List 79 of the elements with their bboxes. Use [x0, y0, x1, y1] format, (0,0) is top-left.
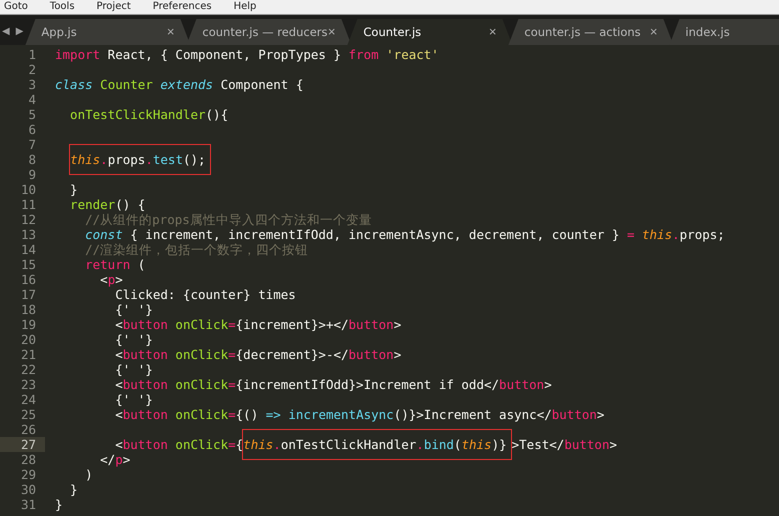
tab[interactable]: Counter.js ×: [347, 19, 512, 45]
line-number: 31: [20, 497, 37, 512]
code-text: //渲染组件，包括一个数字，四个按钮: [84, 242, 308, 257]
tab[interactable]: App.js ×: [25, 19, 190, 45]
code-text: {' '}: [114, 392, 153, 407]
code-text: {' '}: [114, 332, 153, 347]
code-text: Clicked: {counter} times: [114, 287, 296, 302]
line-number: 2: [27, 62, 37, 77]
code-text: <button onClick={() => incrementAsync()}>Increment async</button>: [114, 407, 604, 422]
line-number: 18: [20, 302, 37, 317]
code-text: {' '}: [114, 362, 153, 377]
code-text: <button onClick={decrement}>-</button>: [114, 347, 402, 362]
code-text: import React, { Component, PropTypes } from 'react': [55, 47, 439, 62]
code-text: </p>: [99, 452, 130, 467]
menu-item[interactable]: Preferences: [152, 1, 212, 13]
close-tab-button[interactable]: ×: [650, 25, 658, 39]
menu-item[interactable]: Goto: [4, 1, 28, 13]
code-text: class Counter extends Component {: [55, 77, 304, 92]
code-text: >Test</button>: [512, 437, 617, 452]
line-number: 15: [20, 257, 37, 272]
line-number: 16: [20, 272, 37, 287]
line-number: 21: [20, 347, 37, 362]
code-text: }: [69, 482, 78, 497]
line-number: 22: [20, 362, 37, 377]
tab[interactable]: counter.js — reducers×: [186, 19, 352, 45]
code-text: return (: [84, 257, 146, 272]
line-number: 4: [27, 92, 37, 107]
close-tab-button[interactable]: ×: [166, 25, 174, 39]
code-text: render() {: [69, 197, 146, 212]
highlight-box: this.props.test();: [69, 144, 211, 175]
line-number: 20: [20, 332, 37, 347]
line-number: 12: [20, 212, 37, 227]
line-number: 29: [20, 467, 37, 482]
line-number: 19: [20, 317, 37, 332]
code-text: }: [69, 182, 78, 197]
menu-item[interactable]: Help: [234, 1, 256, 13]
line-number: 10: [20, 182, 37, 197]
code-text: ): [84, 467, 93, 482]
code-text: <button onClick={increment}>+</button>: [114, 317, 402, 332]
line-number: 11: [20, 197, 37, 212]
line-number: 23: [20, 377, 37, 392]
tab-scroll-button[interactable]: ▶: [14, 26, 26, 36]
close-tab-button[interactable]: ×: [488, 25, 496, 39]
tab-scroll-button[interactable]: ◀: [0, 26, 12, 36]
line-number: 26: [20, 422, 37, 437]
code-text: onTestClickHandler(){: [69, 107, 228, 122]
line-number: 3: [27, 77, 37, 92]
line-number: 13: [20, 227, 37, 242]
highlight-box: this.onTestClickHandler.bind(this)}: [242, 429, 512, 460]
line-number: 6: [27, 122, 37, 137]
line-number: 30: [20, 482, 37, 497]
line-number: 14: [20, 242, 37, 257]
tab-label: Counter.js: [363, 25, 422, 39]
line-number: 7: [27, 137, 37, 152]
code-text: <p>: [99, 272, 123, 287]
tab-label: index.js: [685, 25, 730, 39]
line-number: 9: [27, 167, 37, 182]
code-text: <button onClick={incrementIfOdd}>Increment if odd</button>: [114, 377, 552, 392]
tab-label: counter.js — reducers: [202, 25, 328, 39]
line-number: 24: [20, 392, 37, 407]
code-text: //从组件的props属性中导入四个方法和一个变量: [84, 212, 372, 227]
tab-label: counter.js — actions: [524, 25, 641, 39]
tab-label: App.js: [41, 25, 77, 39]
line-number: 5: [27, 107, 37, 122]
tab[interactable]: index.js: [669, 19, 779, 45]
line-number: 8: [27, 152, 37, 167]
code-text: const { increment, incrementIfOdd, incrementAsync, decrement, counter } = this.props;: [84, 227, 725, 242]
tab[interactable]: counter.js — actions ×: [508, 19, 674, 45]
code-text: {' '}: [114, 302, 153, 317]
close-tab-button[interactable]: ×: [328, 25, 336, 39]
line-number: 25: [20, 407, 37, 422]
code-text: }: [55, 497, 63, 512]
code-text: <button onClick={: [114, 437, 244, 452]
line-number: 27: [0, 437, 45, 452]
menu-item[interactable]: Project: [96, 1, 131, 13]
line-number: 28: [20, 452, 37, 467]
line-number: 1: [27, 47, 37, 62]
line-number: 17: [20, 287, 37, 302]
menu-item[interactable]: Tools: [50, 1, 75, 13]
